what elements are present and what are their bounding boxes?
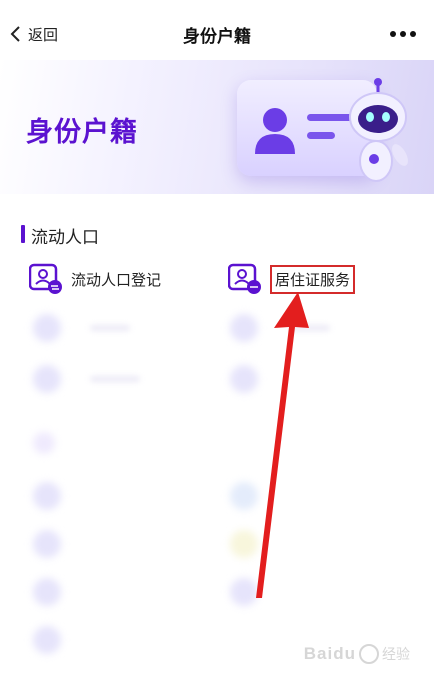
- blurred-service-icon[interactable]: [33, 578, 61, 606]
- more-dot-icon: [390, 31, 396, 37]
- watermark-suffix: 经验: [382, 646, 410, 662]
- service-floating-population-registration[interactable]: 流动人口登记: [29, 262, 161, 296]
- blurred-service-icon[interactable]: [33, 530, 61, 558]
- service-label: 流动人口登记: [71, 270, 162, 289]
- id-card-icon: [228, 263, 261, 294]
- blurred-service-icon[interactable]: [230, 530, 258, 558]
- back-button[interactable]: 返回: [8, 22, 58, 46]
- more-dot-icon: [410, 31, 416, 37]
- section-accent-bar: [21, 225, 25, 243]
- service-label-highlighted: 居住证服务: [270, 264, 356, 294]
- banner-title: 身份户籍: [26, 117, 138, 148]
- blurred-service-icon[interactable]: [33, 365, 61, 393]
- chevron-left-icon: [10, 26, 20, 42]
- watermark-brand: Baidu: [303, 644, 356, 663]
- robot-mascot-icon: [349, 78, 408, 182]
- service-residence-permit[interactable]: 居住证服务: [228, 262, 356, 296]
- hero-banner: 身份户籍: [0, 60, 434, 194]
- back-label: 返回: [28, 25, 59, 44]
- more-options-button[interactable]: [390, 25, 416, 43]
- blurred-service-label: [90, 325, 130, 331]
- blurred-service-icon[interactable]: [230, 365, 258, 393]
- baidu-watermark: Baidu 经验: [304, 644, 410, 664]
- id-card-icon: [29, 263, 62, 294]
- blurred-service-icon[interactable]: [33, 482, 61, 510]
- blurred-service-label: [290, 325, 330, 331]
- top-nav-bar: 返回 身份户籍: [0, 0, 434, 68]
- blurred-service-icon[interactable]: [33, 314, 61, 342]
- page-title: 身份户籍: [183, 26, 251, 47]
- blurred-service-icon[interactable]: [230, 482, 258, 510]
- blurred-section-marker: [33, 432, 55, 454]
- blurred-service-icon[interactable]: [33, 626, 61, 654]
- blurred-service-icon[interactable]: [230, 578, 258, 606]
- section-title: 流动人口: [31, 228, 99, 248]
- blurred-service-icon[interactable]: [230, 314, 258, 342]
- paw-logo-icon: [359, 644, 379, 664]
- blurred-service-label: [90, 376, 140, 382]
- more-dot-icon: [400, 31, 406, 37]
